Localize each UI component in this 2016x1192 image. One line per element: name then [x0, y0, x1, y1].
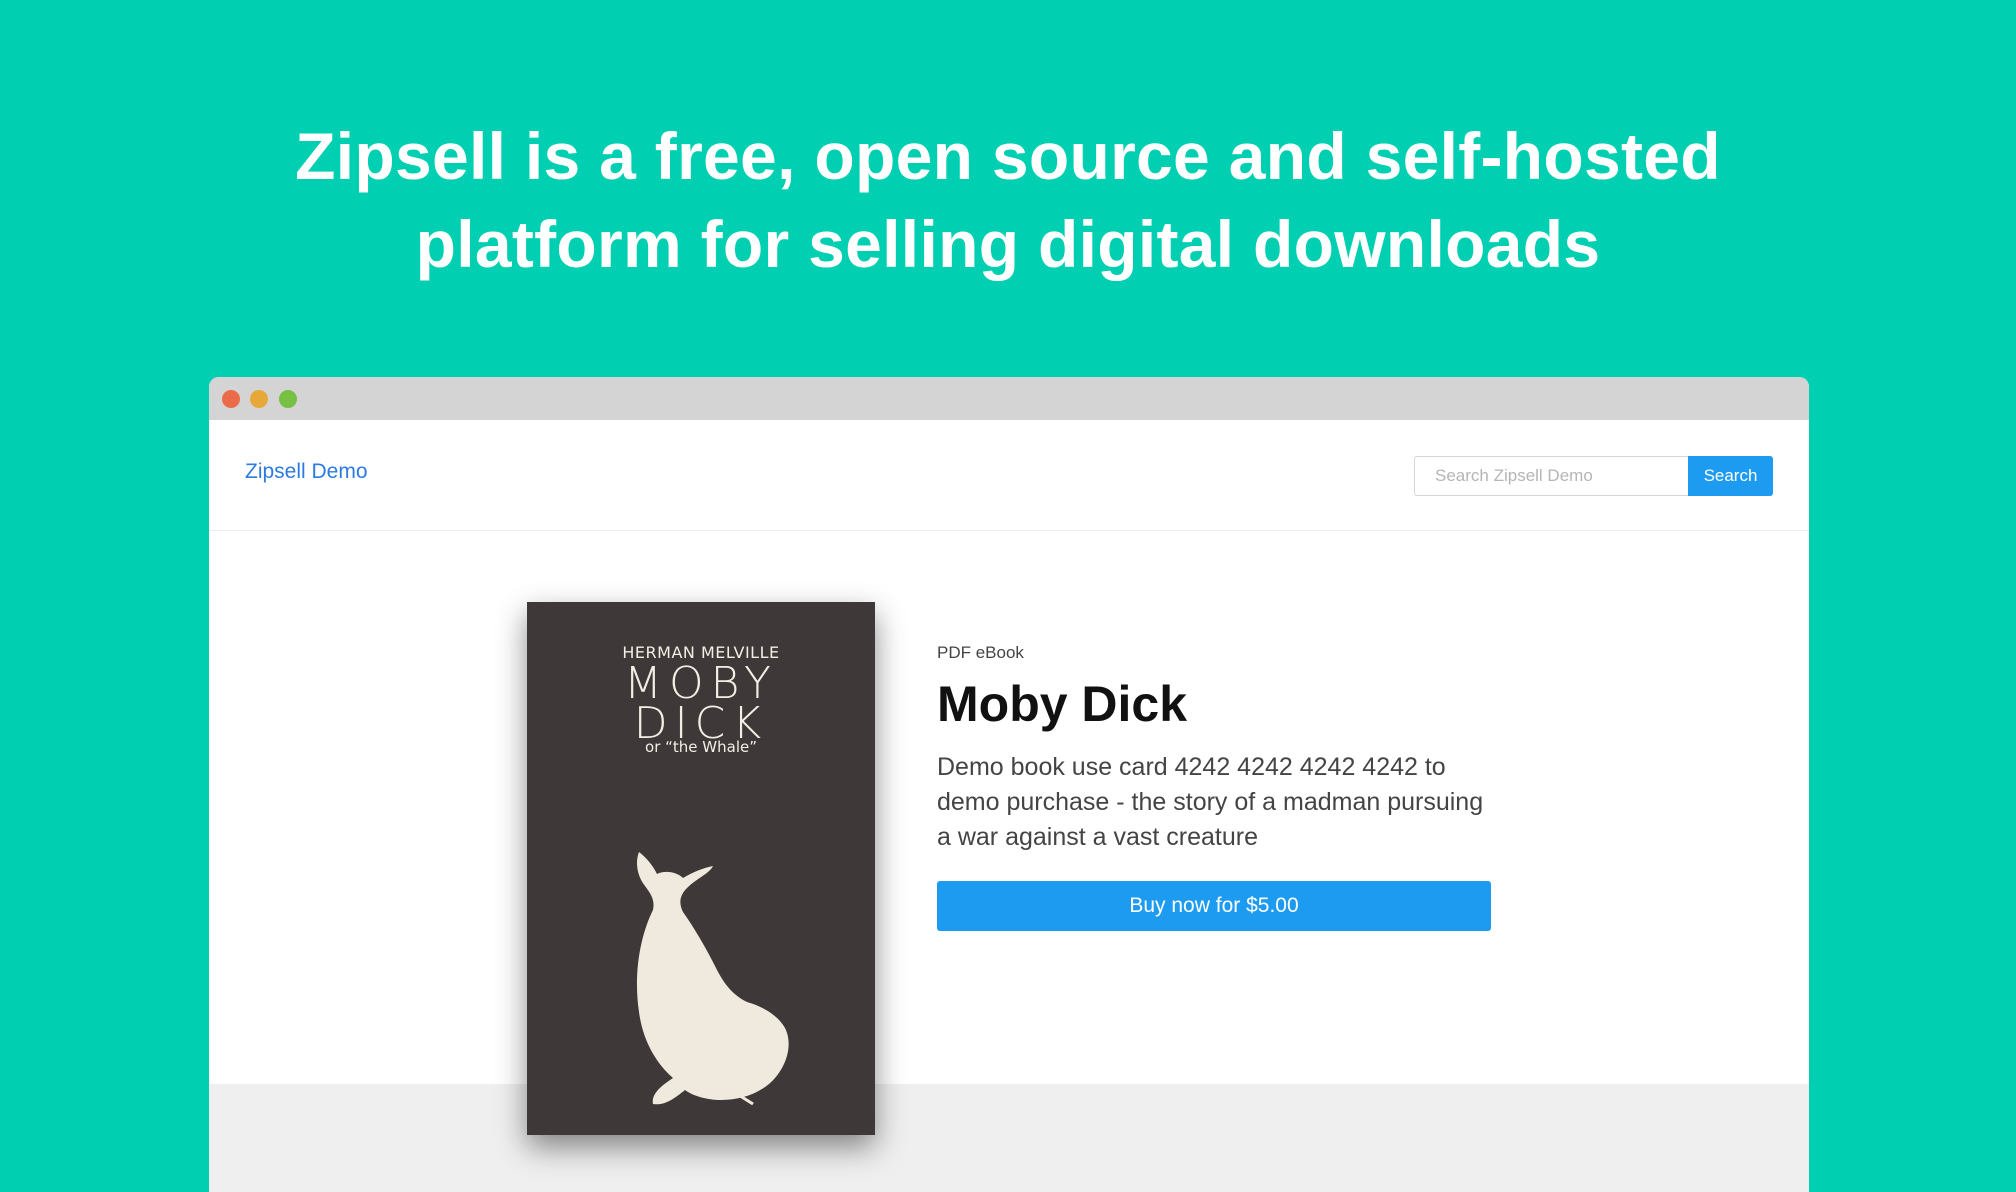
maximize-window-button[interactable]: [279, 390, 297, 408]
cover-subtitle: or “the Whale”: [645, 738, 757, 756]
headline-line-2: platform for selling digital downloads: [415, 207, 1601, 281]
minimize-window-button[interactable]: [250, 390, 268, 408]
footer-band: [209, 1084, 1809, 1192]
window-titlebar: [209, 377, 1809, 420]
search-input[interactable]: [1414, 456, 1688, 496]
book-cover: HERMAN MELVILLE MOBY DICK or “the Whale”: [527, 602, 875, 1135]
whale-illustration-icon: [636, 852, 789, 1106]
product-description: Demo book use card 4242 4242 4242 4242 t…: [937, 753, 1484, 851]
headline-line-1: Zipsell is a free, open source and self-…: [295, 119, 1721, 193]
search-button[interactable]: Search: [1688, 456, 1773, 496]
product-type-label: PDF eBook: [937, 643, 1024, 662]
close-window-button[interactable]: [222, 390, 240, 408]
brand-link[interactable]: Zipsell Demo: [245, 460, 368, 484]
hero-headline: Zipsell is a free, open source and self-…: [0, 112, 2016, 288]
browser-window: Zipsell Demo Search HERMAN MELVILLE MOBY…: [209, 377, 1809, 1192]
buy-now-button[interactable]: Buy now for $5.00: [937, 881, 1491, 931]
site-navbar: Zipsell Demo Search: [209, 420, 1809, 531]
product-title: Moby Dick: [937, 676, 1188, 732]
